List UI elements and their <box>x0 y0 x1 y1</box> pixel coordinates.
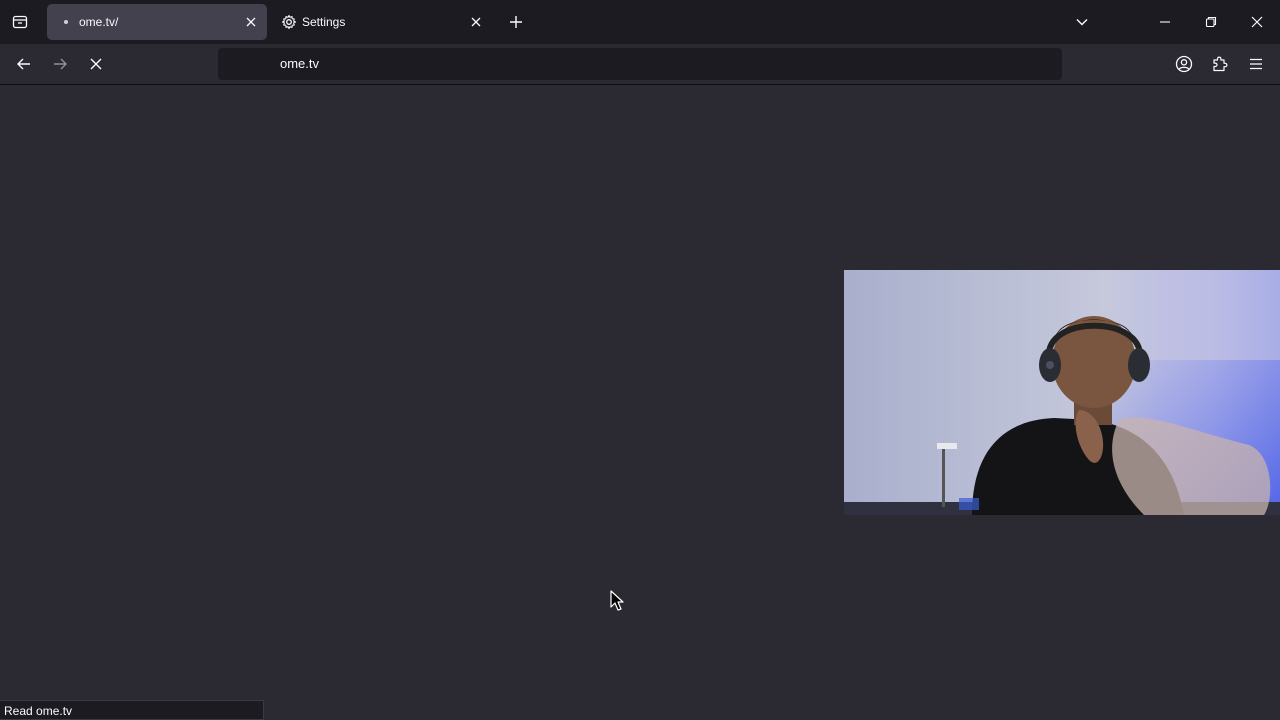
webcam-video <box>844 270 1280 515</box>
address-bar[interactable]: ome.tv <box>218 48 1062 80</box>
list-all-tabs-icon <box>12 15 28 29</box>
close-icon <box>471 17 481 27</box>
tab-overflow-button[interactable] <box>1068 8 1096 36</box>
plus-icon <box>510 16 522 28</box>
loading-dot-icon <box>57 18 75 26</box>
arrow-right-icon <box>54 58 67 70</box>
tab-strip: ome.tv/ Settings <box>0 0 1280 44</box>
page-content <box>0 86 1280 720</box>
restore-button[interactable] <box>1196 8 1226 36</box>
hamburger-icon <box>1250 58 1262 70</box>
webcam-feed-image <box>844 270 1280 515</box>
close-icon <box>246 17 256 27</box>
account-icon <box>1175 55 1193 73</box>
puzzle-icon <box>1213 56 1228 72</box>
navigation-toolbar: ome.tv <box>0 44 1280 85</box>
chevron-down-icon <box>1076 19 1088 26</box>
stop-button[interactable] <box>82 50 110 78</box>
tab-title: Settings <box>302 15 346 29</box>
mouse-cursor-icon <box>610 590 624 611</box>
extensions-button[interactable] <box>1206 50 1234 78</box>
url-text[interactable]: ome.tv <box>280 56 319 71</box>
account-button[interactable] <box>1170 50 1198 78</box>
minimize-icon <box>1160 21 1170 23</box>
close-icon <box>1251 16 1263 28</box>
app-menu-button[interactable] <box>1242 50 1270 78</box>
close-icon <box>90 58 102 70</box>
window-close-button[interactable] <box>1242 8 1272 36</box>
tab-ome-tv[interactable]: ome.tv/ <box>47 4 267 40</box>
list-all-tabs-button[interactable] <box>6 8 34 36</box>
close-tab-button[interactable] <box>239 10 263 34</box>
arrow-left-icon <box>17 58 30 70</box>
tab-title: ome.tv/ <box>79 15 119 29</box>
tab-settings[interactable]: Settings <box>272 4 492 40</box>
restore-icon <box>1205 16 1217 28</box>
status-panel: Read ome.tv <box>0 700 264 720</box>
back-button[interactable] <box>10 50 38 78</box>
new-tab-button[interactable] <box>502 8 530 36</box>
close-tab-button[interactable] <box>464 10 488 34</box>
gear-icon <box>280 14 298 30</box>
minimize-button[interactable] <box>1150 8 1180 36</box>
forward-button[interactable] <box>46 50 74 78</box>
